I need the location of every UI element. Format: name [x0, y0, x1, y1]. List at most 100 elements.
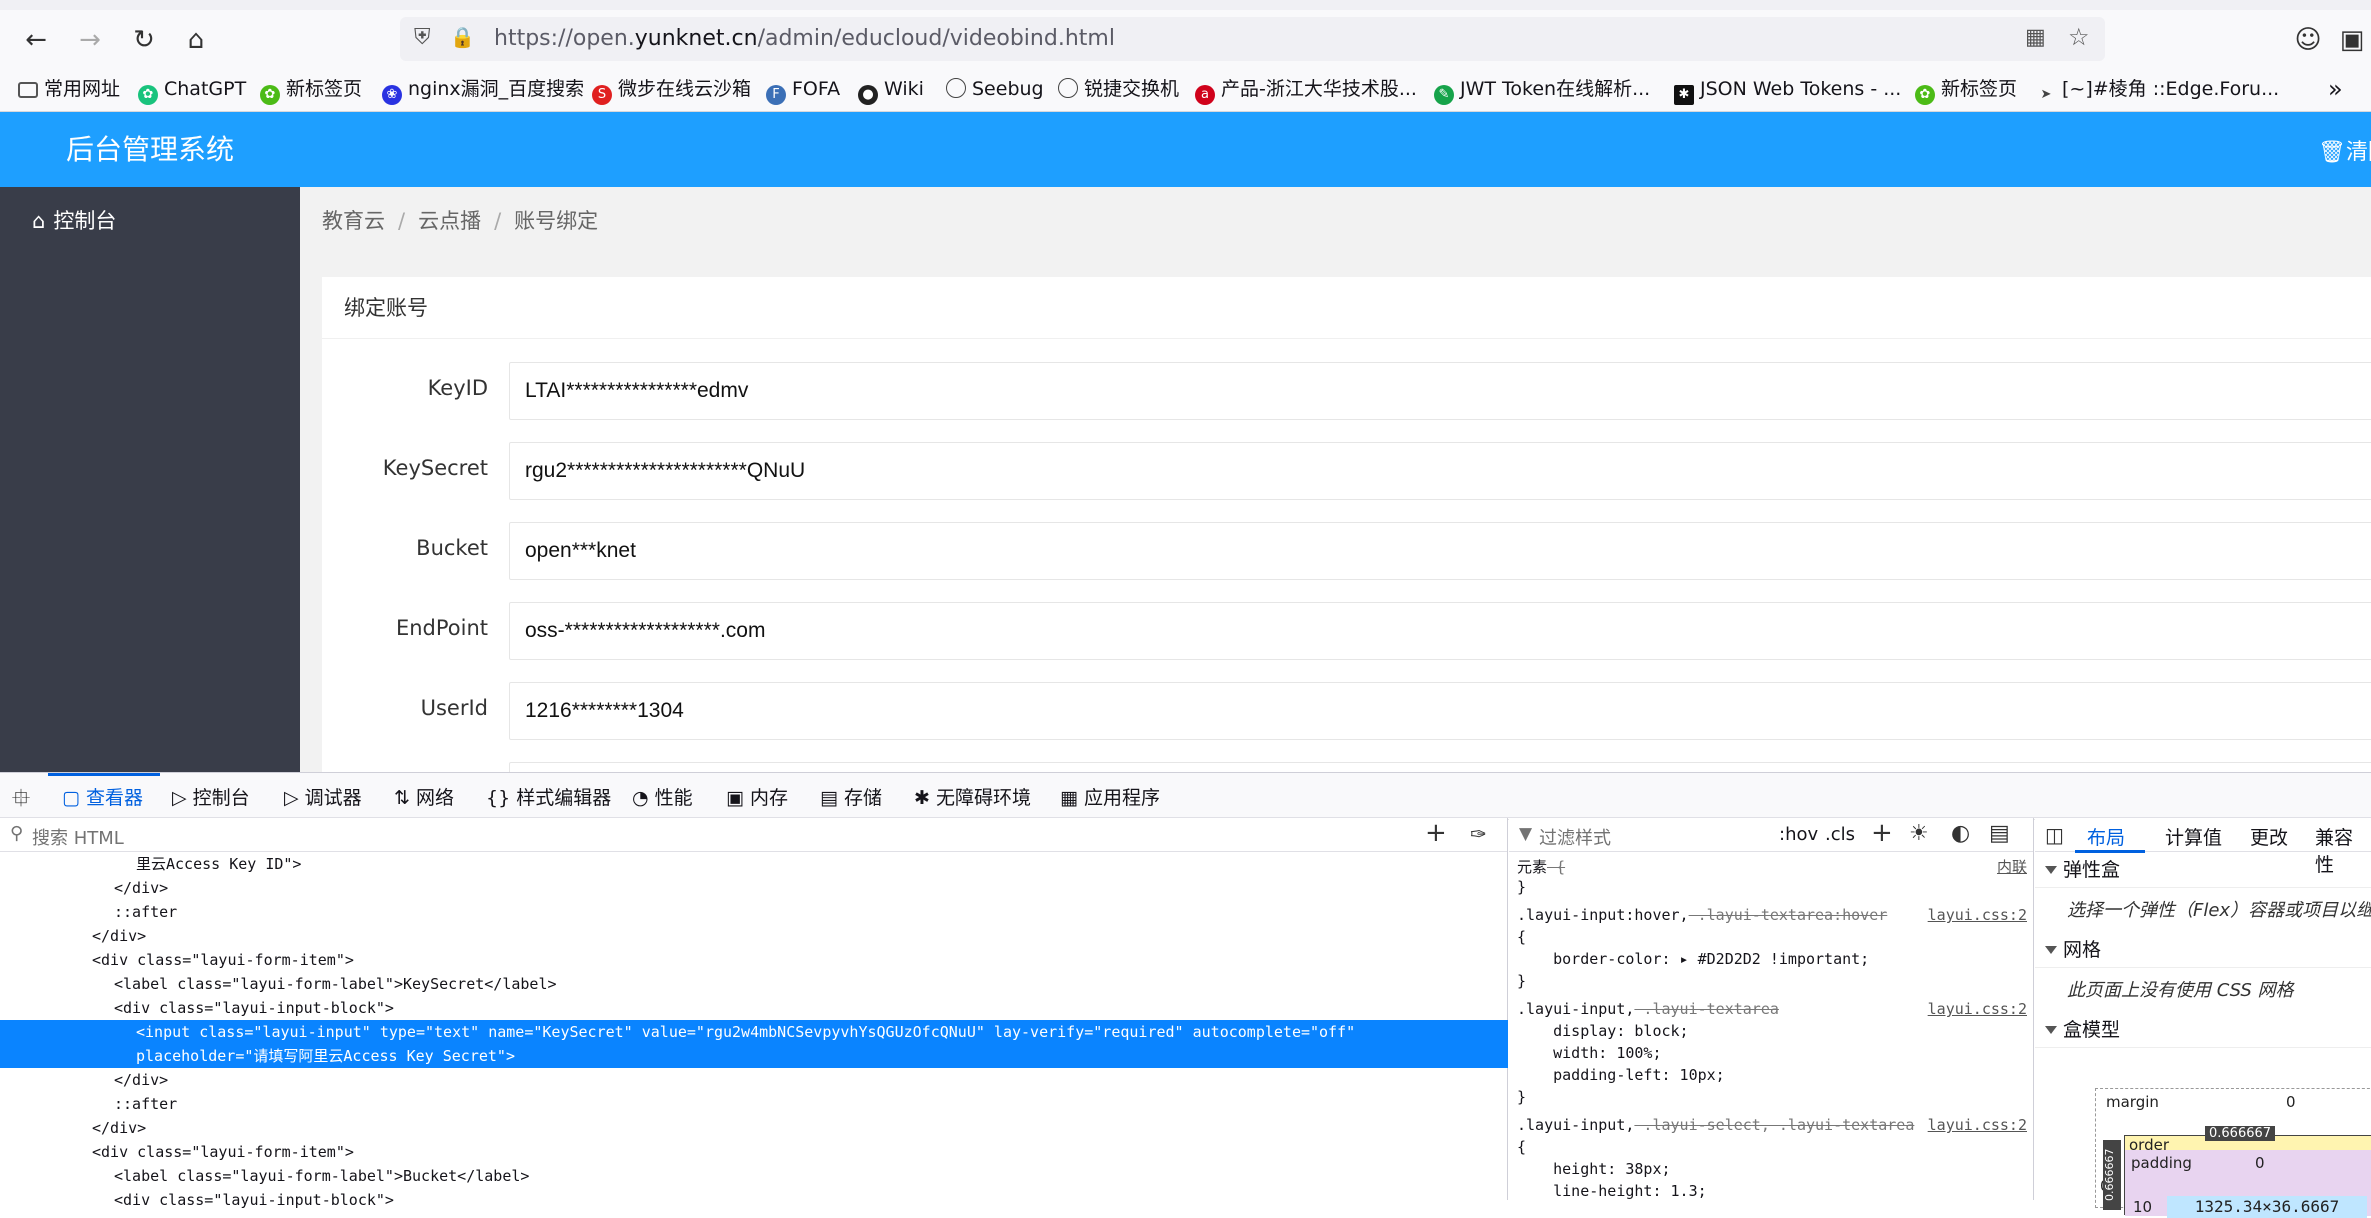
bookmark-item[interactable]: F FOFA — [766, 76, 840, 105]
tab-memory[interactable]: ▣ 内存 — [726, 783, 788, 810]
html-node-line[interactable]: 里云Access Key ID"> — [0, 852, 1508, 876]
grid-section-header[interactable]: 网格 — [2035, 932, 2371, 968]
tab-style-editor[interactable]: {} 样式编辑器 — [486, 783, 611, 810]
selected-node-line[interactable]: placeholder="请填写阿里云Access Key Secret"> — [0, 1044, 1508, 1068]
content-box-size[interactable]: 1325.34×36.6667 — [2167, 1196, 2367, 1218]
tab-console[interactable]: ▷ 控制台 — [172, 783, 250, 810]
html-search-bar[interactable]: ⚲ 搜索 HTML + ✑ — [0, 818, 1507, 852]
url-bar[interactable]: ⛨ 🔒 https://open.yunknet.cn/admin/educlo… — [400, 17, 2105, 61]
tab-layout[interactable]: 布局 — [2087, 823, 2125, 850]
rule-declaration[interactable]: padding-left: 10px; — [1517, 1066, 1725, 1084]
rule-selector[interactable]: .layui-input, .layui-select, .layui-text… — [1517, 1116, 1914, 1134]
html-node-line[interactable]: <div class="layui-input-block"> — [0, 1188, 1508, 1212]
rule-declaration[interactable]: } — [1517, 972, 1526, 990]
html-node-line[interactable]: <label class="layui-form-label">Bucket</… — [0, 1164, 1508, 1188]
selected-node-line[interactable]: <input class="layui-input" type="text" n… — [0, 1020, 1508, 1044]
rule-selector[interactable]: .layui-input:hover, .layui-textarea:hove… — [1517, 906, 1887, 924]
rule-declaration[interactable]: } — [1517, 878, 1526, 896]
bookmark-item[interactable]: a 产品-浙江大华技术股... — [1195, 76, 1417, 105]
bucket-input[interactable]: open***knet — [509, 522, 2371, 580]
rule-source-link[interactable]: layui.css:2 — [1928, 1000, 2027, 1018]
bookmark-item[interactable]: S 微步在线云沙箱 — [592, 76, 751, 105]
rule-source-link[interactable]: 内联 — [1997, 856, 2027, 877]
html-node-line[interactable]: </div> — [0, 1116, 1508, 1140]
qrcode-icon[interactable]: ▦ — [2025, 25, 2046, 50]
bookmark-item[interactable]: ✿ 新标签页 — [1915, 76, 2017, 105]
bookmark-item[interactable]: ✎ JWT Token在线解析... — [1434, 76, 1650, 105]
cls-toggle[interactable]: .cls — [1825, 824, 1855, 845]
bookmark-item[interactable]: ❀ nginx漏洞_百度搜索 — [382, 76, 584, 105]
add-rule-icon[interactable]: + — [1871, 818, 1893, 848]
html-node-line[interactable]: </div> — [0, 876, 1508, 900]
rule-declaration[interactable]: height: 38px; — [1517, 1160, 1670, 1178]
home-button[interactable]: ⌂ — [180, 24, 212, 56]
html-search-input[interactable]: 搜索 HTML — [32, 824, 124, 850]
rule-declaration[interactable]: { — [1517, 928, 1526, 946]
bookmark-item[interactable]: ✿ ChatGPT — [138, 76, 246, 105]
tab-performance[interactable]: ◔ 性能 — [632, 783, 693, 810]
eyedropper-icon[interactable]: ✑ — [1470, 822, 1487, 846]
tab-network[interactable]: ⇅ 网络 — [394, 783, 454, 810]
keyid-input[interactable]: LTAI****************edmv — [509, 362, 2371, 420]
rule-selector[interactable]: 元素 { — [1517, 856, 1565, 877]
hov-toggle[interactable]: :hov — [1779, 824, 1818, 845]
padding-top-value[interactable]: 0 — [2255, 1154, 2265, 1172]
rule-declaration[interactable]: border-color: ▸ #D2D2D2 !important; — [1517, 950, 1869, 968]
bookmark-item[interactable]: ✱ JSON Web Tokens - ... — [1674, 76, 1901, 105]
rule-selector[interactable]: .layui-input, .layui-textarea — [1517, 1000, 1779, 1018]
tab-changes[interactable]: 更改 — [2250, 823, 2288, 850]
box-model-section-header[interactable]: 盒模型 — [2035, 1012, 2371, 1048]
endpoint-input[interactable]: oss-*******************.com — [509, 602, 2371, 660]
bookmark-item[interactable]: 常用网址 — [18, 76, 120, 102]
account-icon[interactable]: ☺ — [2292, 24, 2324, 56]
html-node-line[interactable]: </div> — [0, 1068, 1508, 1092]
bookmark-item[interactable]: ✿ 新标签页 — [260, 76, 362, 105]
bookmark-item[interactable]: Seebug — [946, 76, 1044, 102]
flexbox-section-header[interactable]: 弹性盒 — [2035, 852, 2371, 888]
keysecret-input[interactable]: rgu2**********************QNuU — [509, 442, 2371, 500]
breadcrumb-item[interactable]: 云点播 — [418, 209, 481, 233]
dark-theme-icon[interactable]: ◐ — [1951, 821, 1970, 846]
clear-cache-button[interactable]: 🗑清除 — [2318, 134, 2371, 166]
sidebar-toggle-icon[interactable]: ◫ — [2045, 823, 2064, 847]
html-node-line[interactable]: <div class="layui-form-item"> — [0, 948, 1508, 972]
userid-input[interactable]: 1216********1304 — [509, 682, 2371, 740]
border-top-value[interactable]: 0.666667 — [2205, 1126, 2276, 1141]
rule-declaration[interactable]: width: 100%; — [1517, 1044, 1661, 1062]
print-media-icon[interactable]: ▤ — [1989, 821, 2010, 846]
rules-filter-input[interactable]: 过滤样式 — [1539, 824, 1611, 850]
rule-source-link[interactable]: layui.css:2 — [1928, 906, 2027, 924]
sidebar-item-dashboard[interactable]: ⌂ 控制台 — [32, 205, 116, 235]
bookmarks-overflow-icon[interactable]: » — [2328, 76, 2343, 102]
bookmark-item[interactable]: 锐捷交换机 — [1058, 76, 1179, 102]
element-picker-icon[interactable]: ⯐ — [12, 781, 30, 822]
margin-top-value[interactable]: 0 — [2286, 1093, 2296, 1111]
html-node-line[interactable]: </div> — [0, 924, 1508, 948]
html-node-line[interactable]: <label class="layui-form-label">KeySecre… — [0, 972, 1508, 996]
tab-application[interactable]: ▦ 应用程序 — [1060, 783, 1160, 810]
padding-left-value[interactable]: 10 — [2133, 1198, 2152, 1216]
rule-declaration[interactable]: line-height: 1.3; — [1517, 1182, 1707, 1200]
back-button[interactable]: ← — [20, 24, 52, 56]
tab-debugger[interactable]: ▷ 调试器 — [284, 783, 362, 810]
rule-declaration[interactable]: { — [1517, 1138, 1526, 1156]
bookmark-item[interactable]: ● Wiki — [858, 76, 924, 105]
tab-accessibility[interactable]: ✱ 无障碍环境 — [914, 783, 1031, 810]
lock-icon[interactable]: 🔒 — [450, 25, 475, 49]
reload-button[interactable]: ↻ — [128, 24, 160, 56]
html-node-line[interactable]: <div class="layui-input-block"> — [0, 996, 1508, 1020]
html-node-line[interactable]: ::after — [0, 900, 1508, 924]
bookmark-item[interactable]: ➤ [~]#棱角 ::Edge.Foru... — [2036, 76, 2280, 102]
shield-icon[interactable]: ⛨ — [414, 25, 431, 50]
tab-inspector[interactable]: ▢ 查看器 — [62, 783, 143, 810]
rule-source-link[interactable]: layui.css:2 — [1928, 1116, 2027, 1134]
add-node-icon[interactable]: + — [1425, 818, 1447, 848]
light-theme-icon[interactable]: ☀ — [1909, 821, 1929, 846]
rule-declaration[interactable]: } — [1517, 1088, 1526, 1106]
html-node-line[interactable]: <div class="layui-form-item"> — [0, 1140, 1508, 1164]
tab-storage[interactable]: ▤ 存储 — [820, 783, 882, 810]
rule-declaration[interactable]: display: block; — [1517, 1022, 1688, 1040]
forward-button[interactable]: → — [74, 24, 106, 56]
html-node-line[interactable]: ::after — [0, 1092, 1508, 1116]
breadcrumb-item[interactable]: 教育云 — [322, 209, 385, 233]
